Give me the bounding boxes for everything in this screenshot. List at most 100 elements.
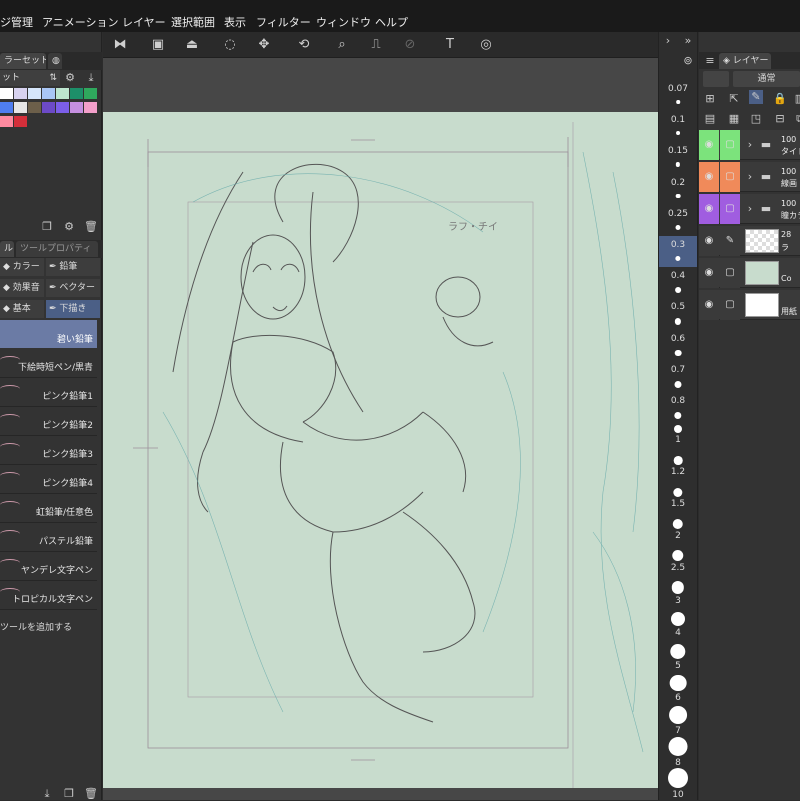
lock-transparency-icon[interactable]: ⊞ [703, 92, 717, 106]
color-swatch[interactable] [28, 102, 41, 113]
brush-size-option[interactable]: 0.4 [659, 267, 697, 298]
checkbox-icon[interactable]: ▢ [720, 130, 740, 160]
expand-right-icon[interactable]: » [681, 34, 695, 48]
layer-color-dropdown[interactable] [703, 71, 729, 87]
menu-icon[interactable]: ≡ [703, 54, 717, 68]
brush-item[interactable]: ヤンデレ文字ペン [0, 553, 97, 581]
color-swatch[interactable] [70, 102, 83, 113]
search-layer-icon[interactable]: ⌕ [333, 36, 351, 54]
menu-item[interactable]: ヘルプ [375, 14, 408, 30]
brush-size-option[interactable]: 1.5 [659, 486, 697, 517]
brush-item[interactable]: ピンク鉛筆2 [0, 408, 97, 436]
color-set-dropdown[interactable]: ット ⇅ [0, 70, 60, 86]
new-folder-icon[interactable]: ⊟ [773, 112, 787, 126]
subtool-vector-button[interactable]: ✒ ベクター [46, 279, 100, 297]
layer-row[interactable]: ◉▢›▬ 100 ラ線画 [699, 162, 800, 192]
eye-icon[interactable]: ◉ [699, 162, 719, 192]
eye-icon[interactable]: ◉ [699, 258, 719, 288]
color-swatch[interactable] [56, 88, 69, 99]
chevron-right-icon[interactable]: › [743, 138, 757, 152]
color-swatch[interactable] [14, 88, 27, 99]
subtool-pencil-button[interactable]: ✒ 鉛筆 [46, 258, 100, 276]
trash-icon[interactable]: 🗑 [84, 220, 98, 234]
move-icon[interactable]: ✥ [255, 36, 273, 54]
color-set-tab[interactable]: ラーセット [0, 53, 46, 69]
layer-row[interactable]: ◉▢›▬ 100 ラタイト [699, 130, 800, 160]
selected-brush-row[interactable]: 碧い鉛筆 [0, 320, 97, 348]
brush-item[interactable]: ピンク鉛筆1 [0, 379, 97, 407]
mask-icon[interactable]: ▥ [793, 92, 800, 106]
brush-item[interactable]: パステル鉛筆 [0, 524, 97, 552]
brush-item[interactable]: 虹鉛筆/任意色 [0, 495, 97, 523]
color-swatch[interactable] [42, 88, 55, 99]
brush-size-option[interactable]: 3 [659, 579, 697, 610]
layer-row[interactable]: ◉ ▢ 用紙 [699, 290, 800, 320]
lock-icon[interactable]: 🔒 [773, 92, 787, 106]
menu-item[interactable]: ジ管理 [0, 14, 33, 30]
camera-icon[interactable]: ◎ [477, 36, 495, 54]
chevron-right-icon[interactable]: › [743, 202, 757, 216]
clip-icon[interactable]: ⇱ [727, 92, 741, 106]
lasso-icon[interactable]: ◌ [221, 36, 239, 54]
color-swatch[interactable] [14, 102, 27, 113]
color-set-tab-icon[interactable]: ◍ [48, 53, 62, 69]
menu-item[interactable]: 表示 [224, 14, 246, 30]
menu-item[interactable]: アニメーション [42, 14, 119, 30]
delete-icon[interactable]: 🗑 [84, 787, 98, 801]
new-set-icon[interactable]: ❐ [40, 220, 54, 234]
brush-size-option[interactable]: 0.15 [659, 142, 697, 173]
checkbox-icon[interactable]: ▢ [720, 290, 740, 320]
brush-item[interactable]: ピンク鉛筆3 [0, 437, 97, 465]
flip-horizontal-icon[interactable]: ⧓ [111, 36, 129, 54]
brush-size-option[interactable]: 4 [659, 610, 697, 641]
menu-item[interactable]: ウィンドウ [316, 14, 371, 30]
color-swatch[interactable] [0, 102, 13, 113]
collapse-left-icon[interactable]: › [661, 34, 675, 48]
brush-size-option[interactable]: 0.6 [659, 330, 697, 361]
brush-size-option[interactable]: 0.8 [659, 392, 697, 423]
color-swatch[interactable] [0, 88, 13, 99]
color-swatch[interactable] [70, 88, 83, 99]
eye-icon[interactable]: ◉ [699, 130, 719, 160]
brush-size-option[interactable]: 6 [659, 673, 697, 704]
brush-size-option[interactable]: 0.07 [659, 80, 697, 111]
rotate-icon[interactable]: ⏏ [183, 36, 201, 54]
add-tool-link[interactable]: ツールを追加する [0, 620, 72, 633]
stamp-icon[interactable]: ⎍ [367, 36, 385, 54]
brush-size-option[interactable]: 1.2 [659, 454, 697, 485]
transform-icon[interactable]: ⟲ [295, 36, 313, 54]
canvas-paper[interactable]: ラフ・チイ [103, 112, 658, 788]
brush-size-option[interactable]: 1 [659, 423, 697, 454]
settings-icon[interactable]: ⚙ [62, 220, 76, 234]
brush-size-option[interactable]: 8 [659, 735, 697, 768]
color-swatch[interactable] [84, 88, 97, 99]
tool-tab[interactable]: ル [0, 241, 14, 257]
eye-icon[interactable]: ◉ [699, 226, 719, 256]
brush-size-option[interactable]: 0.2 [659, 174, 697, 205]
color-swatch[interactable] [56, 102, 69, 113]
brush-item[interactable]: 下絵時短ペン/黒青 [0, 350, 97, 378]
color-swatch[interactable] [28, 88, 41, 99]
layer-row[interactable]: ◉▢›▬ 100 ラ瞳カラ [699, 194, 800, 224]
brush-size-option[interactable]: 0.5 [659, 298, 697, 329]
wrench-icon[interactable]: ⚙ [63, 71, 77, 85]
brush-size-option[interactable]: 10 [659, 766, 697, 800]
reference-icon[interactable]: ✎ [749, 90, 763, 104]
blend-mode-dropdown[interactable]: 通常 [733, 71, 800, 87]
color-swatch[interactable] [14, 116, 27, 127]
brush-size-option[interactable]: 5 [659, 642, 697, 673]
duplicate-icon[interactable]: ❐ [62, 787, 76, 801]
disabled-icon[interactable]: ⊘ [401, 36, 419, 54]
subtool-sketch-button[interactable]: ✒ 下描き [46, 300, 100, 318]
color-swatch[interactable] [42, 102, 55, 113]
brush-size-option[interactable]: 2 [659, 517, 697, 548]
link-icon[interactable]: ⊚ [681, 54, 695, 68]
color-swatch[interactable] [84, 102, 97, 113]
tool-property-tab[interactable]: ツールプロパティ [16, 241, 98, 257]
eye-icon[interactable]: ◉ [699, 290, 719, 320]
import-icon[interactable]: ⤓ [84, 71, 98, 85]
brush-item[interactable]: ピンク鉛筆4 [0, 466, 97, 494]
subtool-effect-sound-button[interactable]: ◆ 効果音 [0, 279, 44, 297]
menu-item[interactable]: レイヤー [122, 14, 166, 30]
download-icon[interactable]: ⤓ [40, 787, 54, 801]
